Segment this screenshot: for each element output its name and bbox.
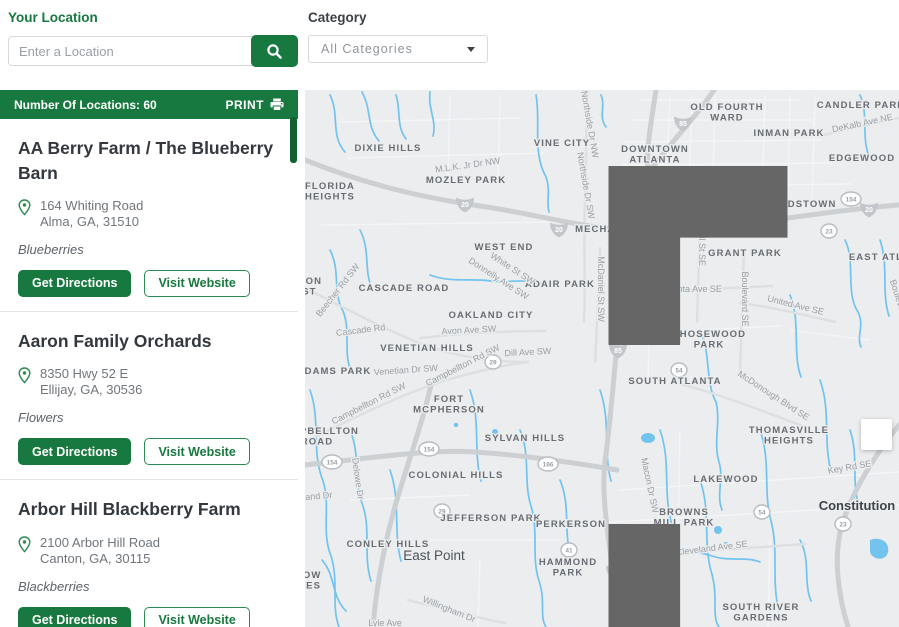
map-label: Beecher Rd SW: [314, 261, 362, 318]
map-label: VINE CITY: [534, 138, 590, 149]
location-address: 8350 Hwy 52 E Ellijay, GA, 30536: [18, 366, 280, 398]
results-panel: Number Of Locations: 60 PRINT AA Berry F…: [0, 90, 298, 627]
interstate-shield-icon: 85: [674, 117, 692, 132]
location-name: Aaron Family Orchards: [18, 329, 280, 354]
svg-text:41: 41: [565, 547, 573, 554]
map[interactable]: 8585852020207515423295415415416629542341…: [305, 90, 899, 627]
location-address: 2100 Arbor Hill Road Canton, GA, 30115: [18, 535, 280, 567]
visit-website-button[interactable]: Visit Website: [144, 270, 249, 297]
map-label: Cascade Rd: [335, 322, 385, 338]
print-button[interactable]: PRINT: [226, 98, 285, 112]
location-name: Arbor Hill Blackberry Farm: [18, 497, 280, 522]
map-label: CANDLER PARK: [817, 100, 899, 111]
map-label: Willingham Dr: [421, 594, 477, 624]
map-label: INMAN PARK: [754, 128, 825, 139]
location-address: 164 Whiting Road Alma, GA, 31510: [18, 198, 280, 230]
us-route-shield-icon: 166: [538, 457, 558, 471]
location-address-line2: Canton, GA, 30115: [40, 551, 160, 567]
location-category: Blackberries: [18, 579, 280, 594]
get-directions-button[interactable]: Get Directions: [18, 607, 131, 627]
map-label: Delowe Dr: [350, 457, 366, 500]
location-category: Blueberries: [18, 242, 280, 257]
map-label: MOZLEY PARK: [426, 175, 506, 186]
results-header: Number Of Locations: 60 PRINT: [0, 90, 298, 119]
fullscreen-icon: [580, 166, 899, 627]
map-label: SYLVAN HILLS: [485, 433, 565, 444]
svg-text:29: 29: [489, 359, 497, 366]
map-label: MEADOWESTATES: [305, 570, 321, 592]
print-label: PRINT: [226, 98, 265, 112]
map-label: Lyle Ave: [368, 618, 402, 627]
us-route-shield-icon: 154: [419, 442, 439, 456]
category-select[interactable]: All Categories: [308, 35, 488, 63]
interstate-shield-icon: 20: [550, 223, 568, 238]
svg-text:20: 20: [461, 202, 469, 209]
location-card: Aaron Family Orchards 8350 Hwy 52 E Elli…: [0, 312, 298, 480]
visit-website-button[interactable]: Visit Website: [144, 438, 249, 465]
map-label: land Dr: [305, 490, 333, 502]
map-label: WEST END: [475, 242, 534, 253]
category-value: All Categories: [321, 42, 413, 56]
location-list[interactable]: AA Berry Farm / The Blueberry Barn 164 W…: [0, 119, 298, 627]
search-button[interactable]: [251, 35, 298, 67]
map-label: OAKLAND CITY: [449, 310, 534, 321]
location-address-line1: 8350 Hwy 52 E: [40, 366, 142, 382]
svg-text:154: 154: [327, 459, 338, 466]
map-label: M.L.K. Jr Dr NW: [434, 155, 501, 174]
map-label: DIXIE HILLS: [355, 143, 422, 154]
chevron-down-icon: [467, 47, 475, 52]
map-label: Avon Ave SW: [441, 324, 497, 337]
store-locator-app: Your Location Category All Categories Nu…: [0, 0, 899, 627]
location-input[interactable]: [8, 36, 254, 66]
map-label: Dill Ave SW: [504, 346, 552, 358]
svg-text:85: 85: [679, 121, 687, 128]
map-label: CONLEY HILLS: [347, 539, 430, 550]
map-label: CASCADE ROAD: [359, 283, 450, 294]
fullscreen-button[interactable]: [861, 419, 892, 450]
map-label: EDGEWOOD: [829, 153, 895, 164]
location-name: AA Berry Farm / The Blueberry Barn: [18, 136, 280, 185]
category-label: Category: [308, 10, 488, 25]
get-directions-button[interactable]: Get Directions: [18, 438, 131, 465]
map-label: JEFFERSON PARK: [440, 513, 541, 524]
map-label: East Point: [403, 548, 465, 563]
location-address-line1: 164 Whiting Road: [40, 198, 143, 214]
visit-website-button[interactable]: Visit Website: [144, 607, 249, 627]
map-label: CAMPBELLTONROAD: [305, 426, 359, 448]
location-address-line1: 2100 Arbor Hill Road: [40, 535, 160, 551]
map-label: DOWNTOWNATLANTA: [621, 144, 689, 166]
svg-text:20: 20: [555, 227, 563, 234]
map-pin-icon: [18, 366, 31, 398]
printer-icon: [270, 98, 284, 111]
svg-text:154: 154: [424, 446, 435, 453]
map-label: ADAMS PARK: [305, 366, 371, 377]
your-location-label: Your Location: [8, 10, 298, 25]
location-category: Flowers: [18, 410, 280, 425]
map-label: COLONIAL HILLS: [409, 470, 504, 481]
map-label: FLORIDAHEIGHTS: [305, 181, 355, 203]
location-card: Arbor Hill Blackberry Farm 2100 Arbor Hi…: [0, 480, 298, 627]
map-label: Venetian Dr SW: [374, 363, 439, 377]
map-label: DeKalb Ave NE: [831, 112, 894, 135]
scrollbar-thumb[interactable]: [290, 117, 297, 163]
category-filter: Category All Categories: [308, 10, 488, 63]
map-label: Campbellton Rd SW: [330, 380, 408, 426]
location-address-line2: Alma, GA, 31510: [40, 214, 143, 230]
location-filter: Your Location: [8, 10, 298, 67]
map-label: FORTMCPHERSON: [413, 394, 485, 416]
interstate-shield-icon: 20: [456, 198, 474, 213]
get-directions-button[interactable]: Get Directions: [18, 270, 131, 297]
locations-count: Number Of Locations: 60: [14, 98, 157, 112]
location-address-line2: Ellijay, GA, 30536: [40, 382, 142, 398]
search-icon: [266, 43, 283, 60]
svg-text:166: 166: [543, 461, 554, 468]
map-label: VENETIAN HILLS: [380, 343, 474, 354]
map-pin-icon: [18, 198, 31, 230]
map-pin-icon: [18, 535, 31, 567]
us-route-shield-icon: 154: [322, 455, 342, 469]
us-route-shield-icon: 41: [561, 543, 577, 557]
location-card: AA Berry Farm / The Blueberry Barn 164 W…: [0, 119, 298, 312]
